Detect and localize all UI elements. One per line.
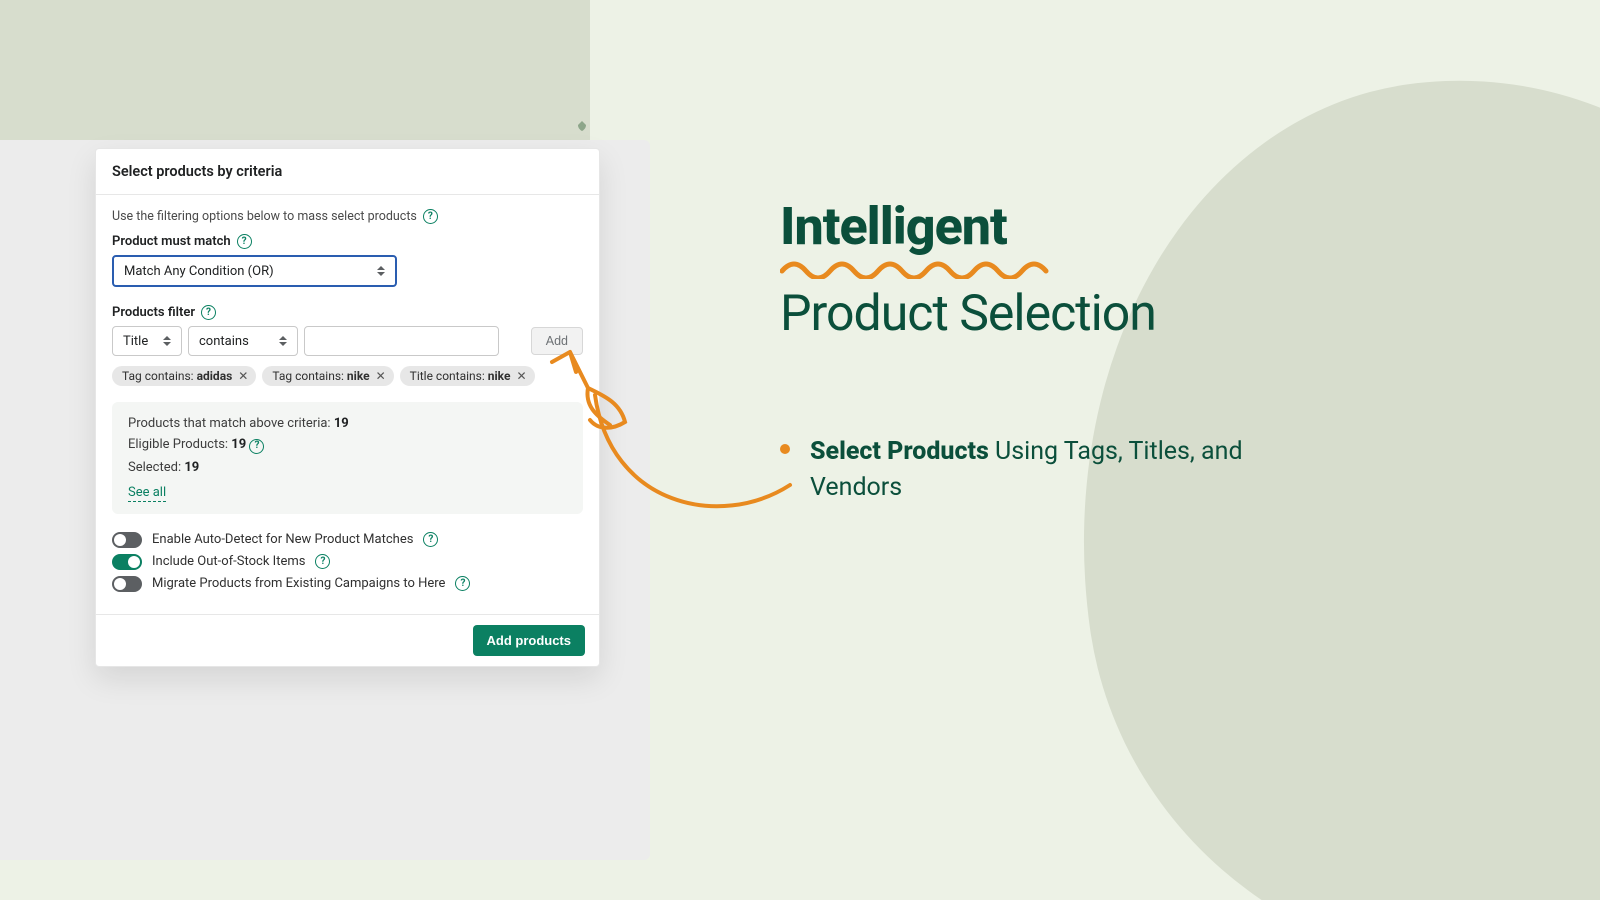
filter-chip: Tag contains: nike ✕: [262, 366, 393, 386]
marketing-copy: Intelligent Product Selection Select Pro…: [780, 200, 1340, 506]
filter-field-value: Title: [123, 334, 148, 349]
match-condition-select[interactable]: Match Any Condition (OR): [112, 255, 397, 287]
card-title: Select products by criteria: [96, 149, 599, 195]
summary-line1-prefix: Products that match above criteria:: [128, 416, 334, 431]
squiggle-underline-icon: [780, 257, 1070, 279]
chip-value: nike: [488, 369, 511, 383]
add-filter-button[interactable]: Add: [531, 327, 583, 355]
close-icon[interactable]: ✕: [238, 369, 248, 383]
filter-label: Products filter: [112, 305, 195, 320]
match-label: Product must match: [112, 234, 231, 249]
headline-rest: Product Selection: [780, 287, 1340, 342]
toggle-migrate-label: Migrate Products from Existing Campaigns…: [152, 576, 445, 591]
chevron-sort-icon: [163, 336, 173, 346]
bullet-dot-icon: [780, 444, 790, 454]
close-icon[interactable]: ✕: [376, 369, 386, 383]
chevron-sort-icon: [377, 266, 387, 276]
chip-prefix: Tag contains:: [272, 369, 347, 383]
summary-box: Products that match above criteria: 19 E…: [112, 402, 583, 514]
toggle-auto-detect-label: Enable Auto-Detect for New Product Match…: [152, 532, 413, 547]
help-text: Use the filtering options below to mass …: [112, 209, 417, 224]
summary-line2-value: 19: [231, 437, 246, 452]
chevron-sort-icon: [279, 336, 289, 346]
summary-line3-value: 19: [184, 460, 199, 475]
filter-chip: Tag contains: adidas ✕: [112, 366, 256, 386]
chip-value: nike: [347, 369, 370, 383]
toggle-auto-detect[interactable]: [112, 532, 142, 548]
bullet-text: Select Products Using Tags, Titles, and …: [810, 434, 1340, 507]
filter-operator-select[interactable]: contains: [188, 326, 298, 356]
help-icon[interactable]: ?: [455, 576, 470, 591]
help-icon[interactable]: ?: [249, 439, 264, 454]
chip-prefix: Title contains:: [410, 369, 488, 383]
toggle-migrate[interactable]: [112, 576, 142, 592]
see-all-link[interactable]: See all: [128, 485, 166, 502]
add-products-button[interactable]: Add products: [473, 625, 586, 656]
filter-operator-value: contains: [199, 334, 249, 349]
filter-chip: Title contains: nike ✕: [400, 366, 535, 386]
summary-line3-prefix: Selected:: [128, 460, 184, 475]
summary-line2-prefix: Eligible Products:: [128, 437, 231, 452]
leaf-icon: [576, 120, 588, 132]
criteria-card: Select products by criteria Use the filt…: [95, 148, 600, 667]
match-condition-value: Match Any Condition (OR): [124, 264, 274, 279]
close-icon[interactable]: ✕: [516, 369, 526, 383]
help-icon[interactable]: ?: [315, 554, 330, 569]
help-icon[interactable]: ?: [423, 209, 438, 224]
filter-field-select[interactable]: Title: [112, 326, 182, 356]
help-icon[interactable]: ?: [237, 234, 252, 249]
toggle-include-oos-label: Include Out-of-Stock Items: [152, 554, 305, 569]
help-icon[interactable]: ?: [201, 305, 216, 320]
bullet-bold: Select Products: [810, 437, 989, 466]
watermark: [576, 120, 588, 132]
chip-value: adidas: [197, 369, 233, 383]
filter-value-input[interactable]: [304, 326, 499, 356]
help-icon[interactable]: ?: [423, 532, 438, 547]
chip-prefix: Tag contains:: [122, 369, 197, 383]
toggle-include-oos[interactable]: [112, 554, 142, 570]
headline-bold: Intelligent: [780, 200, 1340, 255]
summary-line1-value: 19: [334, 416, 349, 431]
